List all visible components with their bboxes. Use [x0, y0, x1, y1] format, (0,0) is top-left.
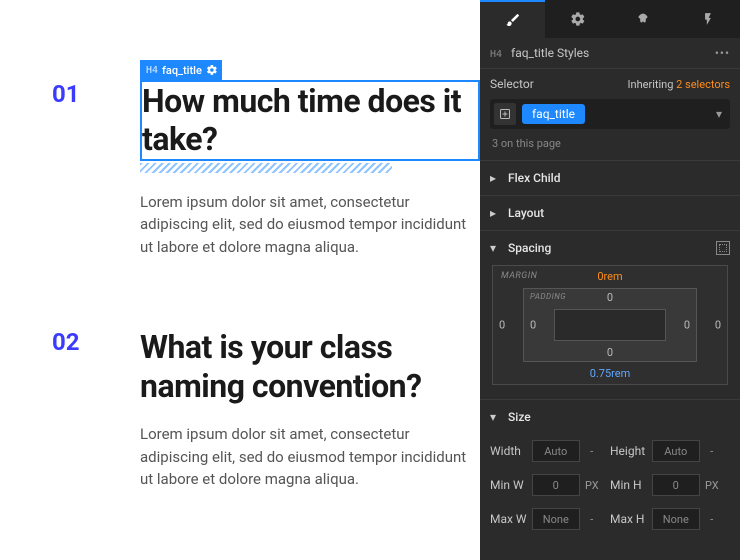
tab-style[interactable]: [480, 0, 545, 38]
padding-left-input[interactable]: 0: [530, 319, 536, 332]
section-layout: ▸ Layout: [480, 195, 740, 230]
chevron-right-icon: ▸: [490, 171, 500, 185]
tab-effects[interactable]: [610, 0, 675, 38]
padding-top-input[interactable]: 0: [524, 291, 696, 304]
maxh-label: Max H: [610, 512, 652, 526]
breadcrumb-prefix: H4: [490, 49, 502, 60]
section-header[interactable]: ▸ Flex Child: [480, 161, 740, 195]
box-model: MARGIN 0rem 0.75rem 0 0 PADDING 0 0 0 0: [492, 265, 728, 385]
selection-tag[interactable]: H4 faq_title: [140, 60, 222, 80]
width-input[interactable]: Auto: [532, 440, 580, 462]
chevron-down-icon: ▾: [490, 410, 500, 424]
chevron-right-icon: ▸: [490, 206, 500, 220]
height-label: Height: [610, 444, 652, 458]
height-input[interactable]: Auto: [652, 440, 700, 462]
section-flex-child: ▸ Flex Child: [480, 160, 740, 195]
content-box: [554, 309, 666, 341]
faq-number: 01: [52, 80, 80, 108]
state-selector[interactable]: [494, 103, 516, 125]
minh-unit[interactable]: PX: [704, 479, 720, 492]
style-panel: H4 faq_title Styles ••• Selector Inherit…: [480, 0, 740, 560]
maxw-unit[interactable]: -: [584, 513, 600, 526]
breadcrumb-label: faq_title Styles: [511, 46, 589, 60]
faq-title[interactable]: How much time does it take?: [142, 82, 478, 159]
maxw-label: Max W: [490, 512, 532, 526]
margin-left-input[interactable]: 0: [499, 319, 505, 332]
padding-bottom-input[interactable]: 0: [524, 346, 696, 359]
section-size: ▾ Size Width Auto - Height Auto - Min W …: [480, 399, 740, 536]
inheriting-label[interactable]: Inheriting 2 selectors: [628, 78, 730, 91]
selector-label: Selector: [490, 77, 534, 91]
chevron-down-icon: ▾: [490, 241, 500, 255]
faq-number: 02: [52, 328, 80, 356]
design-canvas: 01 H4 faq_title How much time does it ta…: [0, 0, 480, 560]
faq-text[interactable]: Lorem ipsum dolor sit amet, consectetur …: [140, 191, 480, 259]
instance-count[interactable]: 3 on this page: [480, 133, 740, 160]
minw-label: Min W: [490, 478, 532, 492]
minh-input[interactable]: 0: [652, 474, 700, 496]
margin-top-input[interactable]: 0rem: [493, 270, 727, 283]
height-unit[interactable]: -: [704, 445, 720, 458]
width-unit[interactable]: -: [584, 445, 600, 458]
selector-input[interactable]: faq_title ▾: [490, 99, 730, 129]
section-header[interactable]: ▾ Size: [480, 400, 740, 434]
minh-label: Min H: [610, 478, 652, 492]
selection-tag-prefix: H4: [146, 65, 158, 76]
maxh-input[interactable]: None: [652, 508, 700, 530]
padding-right-input[interactable]: 0: [684, 319, 690, 332]
section-header[interactable]: ▸ Layout: [480, 196, 740, 230]
more-icon[interactable]: •••: [715, 46, 730, 60]
maxw-input[interactable]: None: [532, 508, 580, 530]
minw-unit[interactable]: PX: [584, 479, 600, 492]
gear-icon[interactable]: [206, 64, 218, 76]
faq-title[interactable]: What is your class naming convention?: [140, 328, 480, 405]
margin-indicator: [140, 163, 392, 173]
class-token[interactable]: faq_title: [522, 104, 585, 124]
minw-input[interactable]: 0: [532, 474, 580, 496]
faq-item: 02 What is your class naming convention?…: [52, 328, 480, 490]
faq-item: 01 H4 faq_title How much time does it ta…: [52, 80, 480, 258]
margin-right-input[interactable]: 0: [715, 319, 721, 332]
panel-tabs: [480, 0, 740, 38]
faq-text[interactable]: Lorem ipsum dolor sit amet, consectetur …: [140, 423, 480, 491]
chevron-down-icon[interactable]: ▾: [712, 107, 726, 121]
padding-box: PADDING 0 0 0 0: [523, 288, 697, 362]
selector-row: Selector Inheriting 2 selectors: [480, 69, 740, 95]
tab-interactions[interactable]: [675, 0, 740, 38]
tab-settings[interactable]: [545, 0, 610, 38]
selected-element-outline[interactable]: H4 faq_title How much time does it take?: [140, 80, 480, 161]
section-header[interactable]: ▾ Spacing: [480, 231, 740, 265]
section-spacing: ▾ Spacing MARGIN 0rem 0.75rem 0 0 PADDIN…: [480, 230, 740, 399]
maxh-unit[interactable]: -: [704, 513, 720, 526]
box-model-icon[interactable]: [716, 241, 730, 255]
margin-bottom-input[interactable]: 0.75rem: [493, 367, 727, 380]
selection-tag-label: faq_title: [162, 64, 202, 77]
breadcrumb-row: H4 faq_title Styles •••: [480, 38, 740, 69]
width-label: Width: [490, 444, 532, 458]
